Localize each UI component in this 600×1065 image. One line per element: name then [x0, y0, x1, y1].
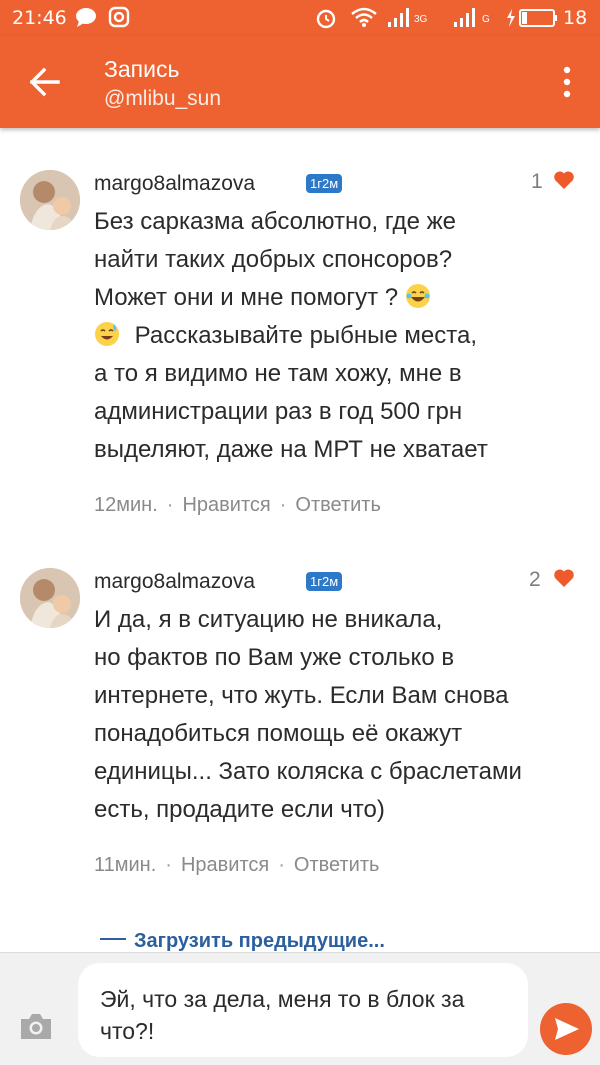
laughing-emoji-icon: [405, 284, 430, 308]
like-action[interactable]: Нравится: [182, 494, 270, 516]
comment-composer: Эй, что за дела, меня то в блок за что?!: [0, 952, 600, 1065]
comment-line-wrap: Может они и мне помогут ?: [94, 279, 584, 317]
like-count: 2: [529, 568, 541, 591]
status-time: 21:46: [12, 7, 67, 29]
comment-line: Без сарказма абсолютно, где же: [94, 208, 456, 235]
status-bar: 21:46 3G G 18: [0, 0, 600, 36]
comment-meta: 11мин. · Нравится · Ответить: [94, 854, 380, 876]
comment-line: понадобиться помощь её окажут: [94, 720, 463, 747]
alarm-icon: [316, 9, 336, 29]
comment-text: И да, я в ситуацию не вникала, но фактов…: [94, 601, 584, 829]
comment-line: Может они и мне помогут ?: [94, 284, 399, 311]
network-3g-label: 3G: [414, 14, 428, 25]
heart-icon[interactable]: [553, 170, 575, 190]
time-badge: 1г2м: [306, 174, 343, 193]
reply-action[interactable]: Ответить: [295, 494, 381, 516]
heart-icon[interactable]: [553, 568, 575, 588]
page-title: Запись: [104, 56, 180, 82]
chat-notification-icon: [76, 8, 96, 27]
comment-line: найти таких добрых спонсоров?: [94, 246, 453, 273]
comment-time: 11мин.: [94, 854, 157, 876]
comment-line: а то я видимо не там хожу, мне в: [94, 360, 462, 387]
reply-action[interactable]: Ответить: [294, 854, 380, 876]
comment-line: выделяют, даже на МРТ не хватает: [94, 436, 488, 463]
battery-charging-icon: [507, 9, 557, 27]
comment-line: интернете, что жуть. Если Вам снова: [94, 682, 509, 709]
like-count: 1: [531, 170, 543, 193]
send-icon: [555, 1018, 579, 1040]
instagram-notification-icon: [108, 6, 130, 28]
comment-meta: 12мин. · Нравится · Ответить: [94, 494, 381, 516]
back-arrow-icon[interactable]: [22, 62, 68, 102]
comment-text: Без сарказма абсолютно, где же найти так…: [94, 203, 584, 469]
comment-line: единицы... Зато коляска с браслетами: [94, 758, 522, 785]
dash-icon: [100, 938, 126, 940]
signal-strength-icon: [454, 8, 475, 27]
comment-line-wrap: Рассказывайте рыбные места,: [94, 317, 584, 355]
avatar[interactable]: [20, 170, 80, 230]
avatar[interactable]: [20, 568, 80, 628]
send-button[interactable]: [540, 1003, 592, 1055]
comment-line: администрации раз в год 500 грн: [94, 398, 463, 425]
page-subtitle[interactable]: @mlibu_sun: [104, 87, 221, 111]
message-input[interactable]: Эй, что за дела, меня то в блок за что?!: [78, 963, 528, 1057]
camera-icon[interactable]: [18, 1011, 54, 1041]
app-bar: Запись @mlibu_sun: [0, 36, 600, 128]
comment-line: есть, продадите если что): [94, 796, 385, 823]
overflow-menu-icon[interactable]: [552, 62, 582, 102]
load-previous-label: Загрузить предыдущие...: [134, 930, 385, 952]
comment-line: но фактов по Вам уже столько в: [94, 644, 455, 671]
network-g-label: G: [482, 14, 490, 25]
time-badge: 1г2м: [306, 572, 343, 591]
comment-author[interactable]: margo8almazova: [94, 172, 255, 196]
signal-strength-icon: [388, 8, 409, 27]
comment-line: Рассказывайте рыбные места,: [134, 322, 478, 349]
wifi-icon: [351, 7, 377, 27]
comment-author[interactable]: margo8almazova: [94, 570, 255, 594]
battery-level: 18: [563, 7, 588, 29]
sweat-smile-emoji-icon: [95, 322, 119, 346]
comment-line: И да, я в ситуацию не вникала,: [94, 606, 443, 633]
comment-time: 12мин.: [94, 494, 158, 516]
like-action[interactable]: Нравится: [181, 854, 269, 876]
